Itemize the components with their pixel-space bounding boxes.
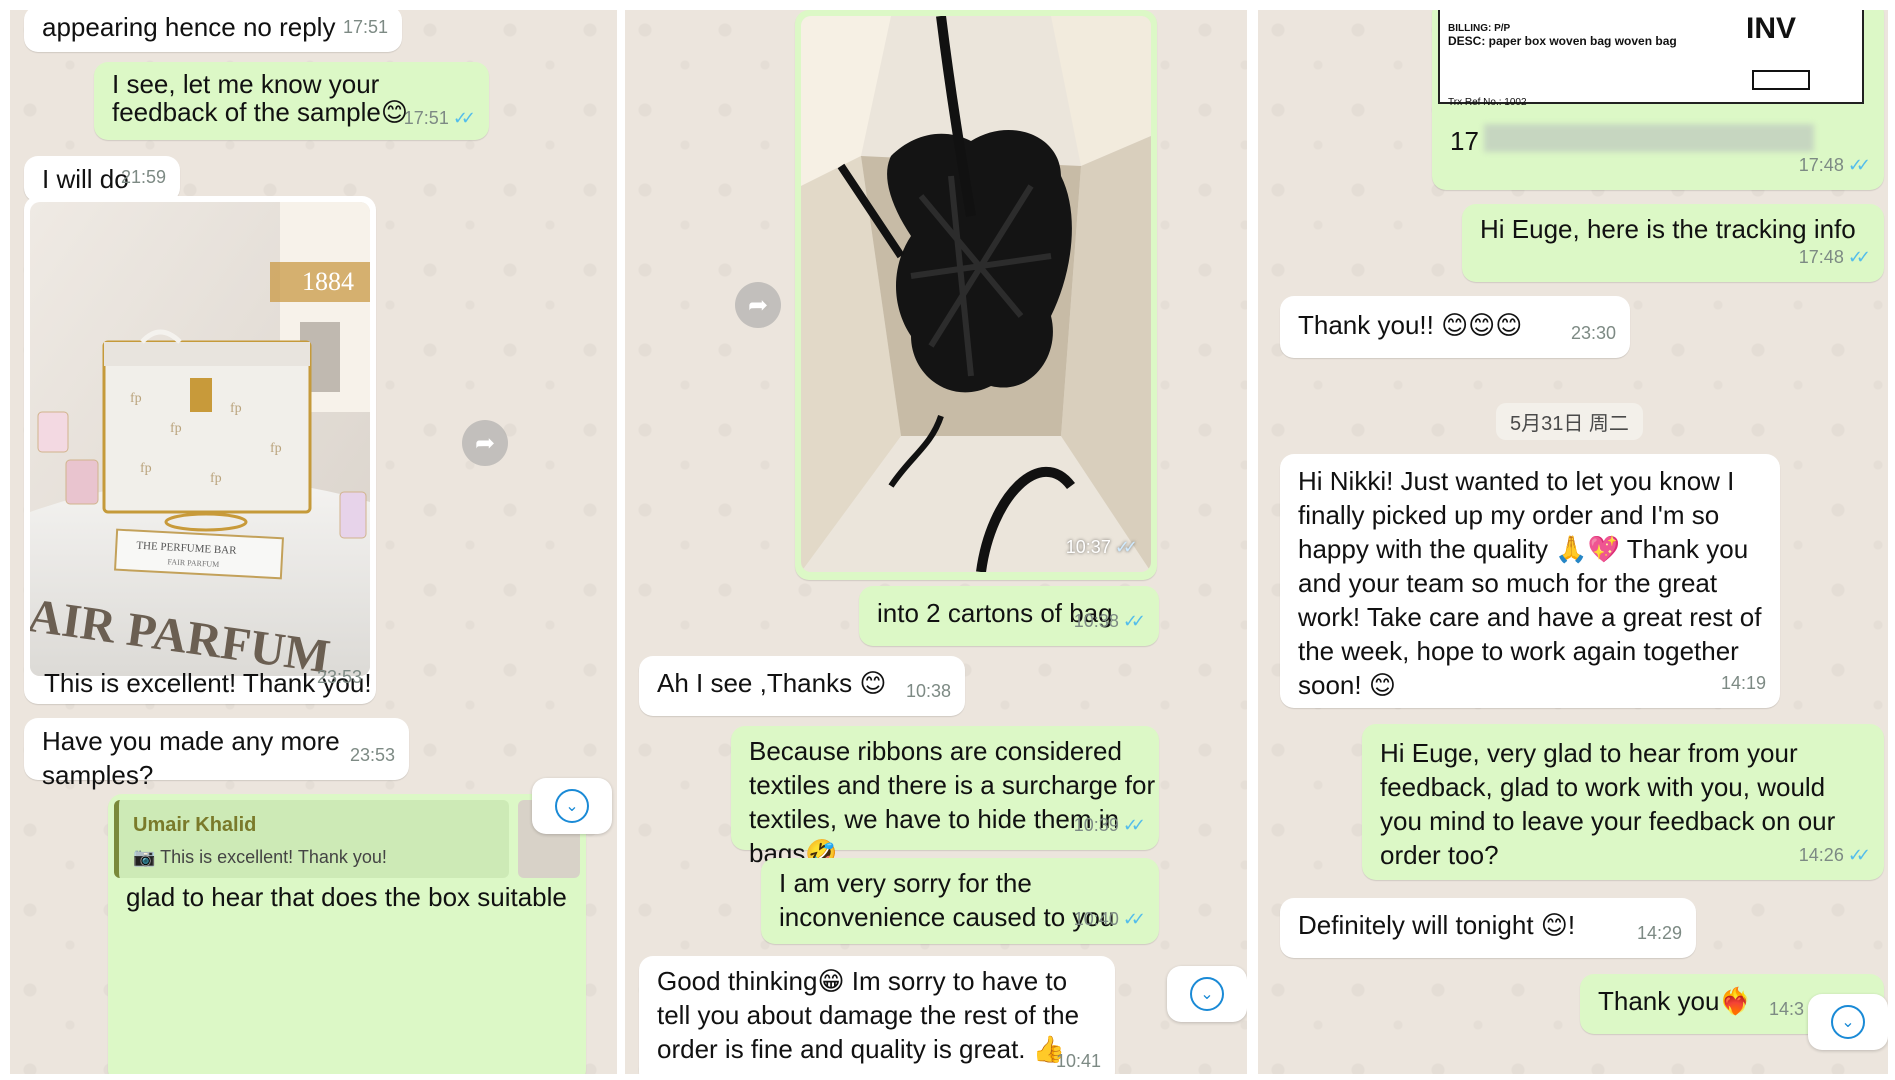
message-time: 23:30 (1570, 323, 1616, 343)
photo-message-incoming[interactable]: 1884 AIR PARFUM fp fp fp fp fp fp THE PE… (24, 196, 376, 704)
message-text: glad to hear that does the box suitable (126, 882, 567, 912)
message-outgoing[interactable]: Hi Euge, here is the tracking info 17:48… (1462, 204, 1884, 282)
message-text: Have you made any more samples? (42, 726, 340, 790)
photo-time-row: 10:37 ✓✓ (1065, 530, 1138, 564)
message-outgoing[interactable]: Hi Euge, very glad to hear from your fee… (1362, 724, 1884, 880)
barcode-icon (1752, 70, 1810, 90)
double-check-icon: ✓✓ (1847, 247, 1871, 267)
chevron-down-circle-icon: ⌄ (1190, 977, 1224, 1011)
year-text: 1884 (302, 267, 354, 296)
message-outgoing-reply[interactable]: Umair Khalid 📷 This is excellent! Thank … (108, 794, 586, 1074)
label-inv: INV (1745, 12, 1796, 45)
quoted-message[interactable]: Umair Khalid 📷 This is excellent! Thank … (114, 800, 509, 878)
quoted-text: This is excellent! Thank you! (160, 847, 387, 867)
double-check-icon: ✓✓ (1114, 537, 1138, 557)
double-check-icon: ✓✓ (1847, 155, 1871, 175)
message-time: 10:41 (1055, 1051, 1101, 1071)
scroll-to-bottom-button[interactable]: ⌄ (1167, 966, 1247, 1022)
photo-message-outgoing[interactable]: 10:37 ✓✓ (795, 10, 1157, 580)
quoted-text-row: 📷 This is excellent! Thank you! (133, 840, 387, 874)
photo-perfume-bar-display: 1884 AIR PARFUM fp fp fp fp fp fp THE PE… (30, 202, 370, 676)
message-outgoing[interactable]: I see, let me know your feedback of the … (94, 62, 489, 140)
message-time: 10:37 (1065, 537, 1111, 557)
double-check-icon: ✓✓ (1122, 611, 1146, 631)
scroll-to-bottom-button[interactable]: ⌄ (532, 778, 612, 834)
message-time: 17:48 (1798, 155, 1844, 175)
monogram: fp (230, 401, 242, 416)
message-photo-perfume-box[interactable]: 1884 AIR PARFUM fp fp fp fp fp fp THE PE… (30, 202, 370, 676)
message-text: Hi Euge, very glad to hear from your fee… (1380, 738, 1836, 870)
caption-partial-number: 17 (1450, 126, 1479, 156)
monogram: fp (170, 421, 182, 436)
message-incoming[interactable]: Have you made any more samples? 23:53 (24, 718, 409, 790)
message-time: 23:53 (316, 667, 362, 687)
message-time: 17:51 (403, 108, 449, 128)
monogram: fp (130, 391, 142, 406)
chat-panel-middle: 10:37 ✓✓ ➦ into 2 cartons of bag 10:38 ✓✓… (625, 10, 1247, 1074)
photo-bag-with-ribbons (801, 16, 1151, 572)
date-separator: 5月31日 周二 (1496, 403, 1643, 440)
message-time: 10:38 (905, 681, 951, 701)
chat-panel-left: appearing hence no reply 17:51 I see, le… (10, 10, 617, 1074)
scroll-to-bottom-button[interactable]: ⌄ (1808, 994, 1888, 1050)
message-incoming[interactable]: Thank you!! 😊😊😊 23:30 (1280, 296, 1630, 358)
message-time: 14:26 (1798, 845, 1844, 865)
double-check-icon: ✓✓ (1122, 815, 1146, 835)
chat-panel-right: BILLING: P/P DESC: paper box woven bag w… (1258, 10, 1888, 1074)
message-time: 14:3 (1768, 999, 1804, 1019)
message-time: 17:51 (342, 17, 388, 37)
message-incoming[interactable]: Good thinking😁 Im sorry to have to tell … (639, 956, 1115, 1074)
forward-icon[interactable]: ➦ (462, 420, 508, 466)
camera-icon: 📷 (133, 847, 156, 867)
message-text: Because ribbons are considered textiles … (749, 736, 1156, 868)
monogram: fp (140, 461, 152, 476)
photo-message-outgoing[interactable]: BILLING: P/P DESC: paper box woven bag w… (1432, 10, 1884, 190)
message-time: 10:39 (1073, 815, 1119, 835)
message-photo-shipping-label[interactable]: BILLING: P/P DESC: paper box woven bag w… (1438, 10, 1864, 108)
message-time: 10:40 (1073, 909, 1119, 929)
message-outgoing[interactable]: into 2 cartons of bag 10:38 ✓✓ (859, 586, 1159, 646)
message-outgoing[interactable]: I am very sorry for the inconvenience ca… (761, 858, 1159, 944)
message-text: Hi Nikki! Just wanted to let you know I … (1298, 466, 1762, 700)
forward-icon[interactable]: ➦ (735, 282, 781, 328)
message-outgoing[interactable]: Because ribbons are considered textiles … (731, 726, 1159, 868)
message-incoming[interactable]: Hi Nikki! Just wanted to let you know I … (1280, 454, 1780, 708)
message-photo-ribbon-bag[interactable]: 10:37 ✓✓ (801, 16, 1151, 572)
double-check-icon: ✓✓ (452, 108, 476, 128)
redacted-text (1484, 124, 1814, 152)
message-time: 10:38 (1073, 611, 1119, 631)
chevron-down-circle-icon: ⌄ (555, 789, 589, 823)
message-time: 21:59 (120, 167, 166, 187)
double-check-icon: ✓✓ (1122, 909, 1146, 929)
message-time: 23:53 (349, 745, 395, 765)
message-time: 14:19 (1720, 673, 1766, 693)
message-text: Good thinking😁 Im sorry to have to tell … (657, 966, 1080, 1064)
chevron-down-circle-icon: ⌄ (1831, 1005, 1865, 1039)
message-text: Thank you!! 😊😊😊 (1298, 310, 1523, 340)
message-incoming[interactable]: appearing hence no reply 17:51 (24, 10, 402, 52)
message-text: Definitely will tonight 😊! (1298, 910, 1576, 940)
monogram: fp (270, 441, 282, 456)
message-text: I see, let me know your feedback of the … (112, 69, 408, 127)
label-description: DESC: paper box woven bag woven bag (1448, 34, 1677, 48)
message-text: appearing hence no reply (42, 12, 336, 42)
quoted-author: Umair Khalid (133, 814, 257, 836)
message-time: 14:29 (1636, 923, 1682, 943)
message-incoming[interactable]: Definitely will tonight 😊! 14:29 (1280, 898, 1696, 958)
message-time: 17:48 (1798, 247, 1844, 267)
double-check-icon: ✓✓ (1847, 845, 1871, 865)
message-incoming[interactable]: Ah I see ,Thanks 😊 10:38 (639, 656, 965, 716)
label-trx-ref: Trx Ref No.: 1002 (1448, 97, 1527, 108)
monogram: fp (210, 471, 222, 486)
